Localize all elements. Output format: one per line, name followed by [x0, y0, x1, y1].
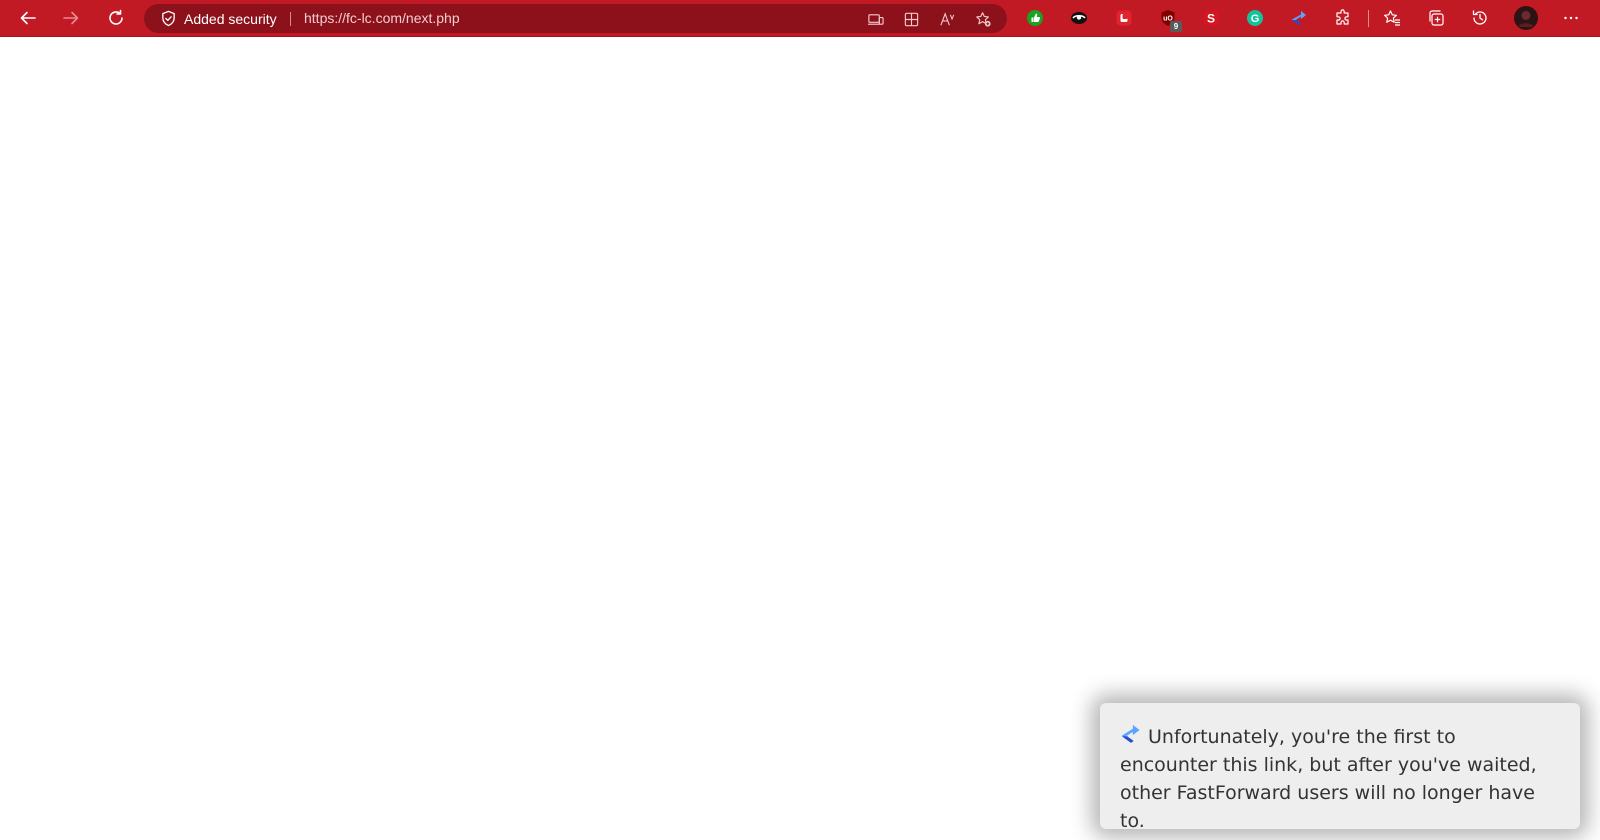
- add-favorite-icon: [975, 11, 991, 27]
- refresh-icon: [109, 9, 123, 25]
- s-extension[interactable]: S: [1200, 7, 1222, 29]
- app-available-button[interactable]: [864, 9, 886, 29]
- ublock-badge: 9: [1170, 21, 1182, 32]
- more-options-icon: [1564, 16, 1578, 20]
- app-available-icon: [867, 13, 884, 25]
- profile-avatar-icon: [1514, 6, 1538, 30]
- read-aloud-icon: [939, 11, 954, 25]
- collections-button[interactable]: [1425, 7, 1447, 29]
- svg-text:G: G: [1251, 13, 1260, 25]
- back-icon: [20, 11, 36, 25]
- fastforward-extension-icon: [1292, 11, 1306, 25]
- history-button[interactable]: [1469, 7, 1491, 29]
- favorites-button[interactable]: [1381, 7, 1403, 29]
- fastforward-icon: [1121, 724, 1140, 743]
- refresh-button[interactable]: [101, 4, 131, 32]
- notification-text: Unfortunately, you're the first to encou…: [1120, 723, 1558, 835]
- s-extension-icon: S: [1203, 10, 1219, 26]
- more-options-button[interactable]: [1560, 7, 1582, 29]
- toolbar-separator: [1368, 10, 1369, 27]
- address-bar[interactable]: Added security https://fc-lc.com/next.ph…: [144, 4, 1007, 33]
- grammarly-extension[interactable]: G: [1244, 7, 1266, 29]
- security-label: Added security: [184, 10, 277, 27]
- extensions-button[interactable]: [1332, 7, 1354, 29]
- red-square-extension[interactable]: [1113, 7, 1135, 29]
- notification-message: Unfortunately, you're the first to encou…: [1120, 726, 1537, 832]
- red-square-extension-icon: [1116, 10, 1132, 26]
- read-aloud-button[interactable]: [936, 9, 958, 29]
- url-text[interactable]: https://fc-lc.com/next.php: [304, 4, 460, 33]
- split-screen-button[interactable]: [900, 9, 922, 29]
- fastforward-extension[interactable]: [1288, 7, 1310, 29]
- browser-toolbar: Added security https://fc-lc.com/next.ph…: [0, 0, 1600, 37]
- history-icon: [1472, 10, 1487, 25]
- address-separator: [290, 12, 291, 26]
- forward-icon: [63, 11, 79, 25]
- profile-avatar[interactable]: [1514, 6, 1538, 30]
- green-thumb-extension[interactable]: [1024, 7, 1046, 29]
- security-indicator[interactable]: Added security: [160, 4, 277, 33]
- fastforward-notification: Unfortunately, you're the first to encou…: [1100, 703, 1580, 832]
- eye-extension-icon: [1071, 12, 1087, 24]
- extensions-puzzle-icon: [1336, 9, 1349, 25]
- grammarly-extension-icon: G: [1247, 10, 1263, 26]
- collections-icon: [1429, 10, 1444, 26]
- forward-button[interactable]: [56, 4, 86, 32]
- eye-extension[interactable]: [1068, 7, 1090, 29]
- svg-text:S: S: [1207, 12, 1215, 26]
- split-screen-icon: [904, 12, 918, 26]
- green-thumb-extension-icon: [1027, 10, 1043, 26]
- shield-icon: [162, 10, 175, 27]
- back-button[interactable]: [13, 4, 43, 32]
- favorites-icon: [1384, 10, 1400, 26]
- add-favorite-button[interactable]: [972, 9, 994, 29]
